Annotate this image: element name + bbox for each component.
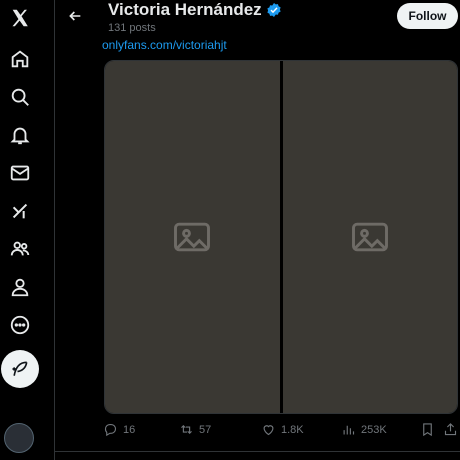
tweet-divider: [55, 451, 460, 452]
share-icon: [444, 423, 457, 436]
sidebar-nav: [0, 0, 40, 460]
views-count: 253K: [361, 423, 387, 436]
more-icon[interactable]: [7, 312, 33, 338]
account-avatar[interactable]: [4, 423, 34, 453]
media-grid: [104, 60, 458, 414]
bookmark-icon: [423, 423, 432, 437]
verified-icon: [266, 2, 282, 18]
repost-count: 57: [199, 423, 212, 436]
bookmark-button[interactable]: [420, 422, 435, 437]
tweet-link[interactable]: onlyfans.com/victoriahjt: [102, 38, 227, 52]
feather-icon: [12, 361, 28, 376]
media-photo-2[interactable]: [282, 61, 457, 413]
image-icon: [351, 222, 388, 252]
x-logo-icon[interactable]: [7, 5, 33, 31]
search-icon[interactable]: [7, 84, 33, 110]
column-divider: [54, 0, 55, 460]
profile-icon[interactable]: [7, 274, 33, 300]
bell-icon[interactable]: [7, 122, 33, 148]
repost-icon: [181, 424, 192, 435]
communities-icon[interactable]: [7, 236, 33, 262]
home-icon[interactable]: [7, 46, 33, 72]
grok-icon[interactable]: [7, 198, 33, 224]
post-count: 131 posts: [108, 22, 156, 34]
post-button[interactable]: [1, 350, 39, 388]
tweet-actions: 16 57 1.8K 253K: [100, 422, 460, 444]
reply-button[interactable]: 16: [103, 422, 135, 437]
repost-button[interactable]: 57: [179, 422, 211, 437]
profile-header: Victoria Hernández 131 posts Follow: [55, 0, 460, 36]
follow-button[interactable]: Follow: [397, 3, 458, 29]
share-button[interactable]: [443, 422, 458, 437]
back-arrow-icon: [69, 11, 81, 21]
like-count: 1.8K: [281, 423, 304, 436]
back-button[interactable]: [63, 4, 87, 28]
image-icon: [174, 222, 211, 252]
profile-name-text: Victoria Hernández: [108, 0, 262, 19]
mail-icon[interactable]: [7, 160, 33, 186]
media-photo-1[interactable]: [105, 61, 280, 413]
like-icon: [263, 425, 274, 436]
views-icon: [343, 425, 355, 435]
reply-count: 16: [123, 423, 136, 436]
profile-name[interactable]: Victoria Hernández: [108, 0, 282, 20]
reply-icon: [104, 423, 117, 437]
like-button[interactable]: 1.8K: [261, 422, 304, 437]
views-button[interactable]: 253K: [341, 422, 387, 437]
